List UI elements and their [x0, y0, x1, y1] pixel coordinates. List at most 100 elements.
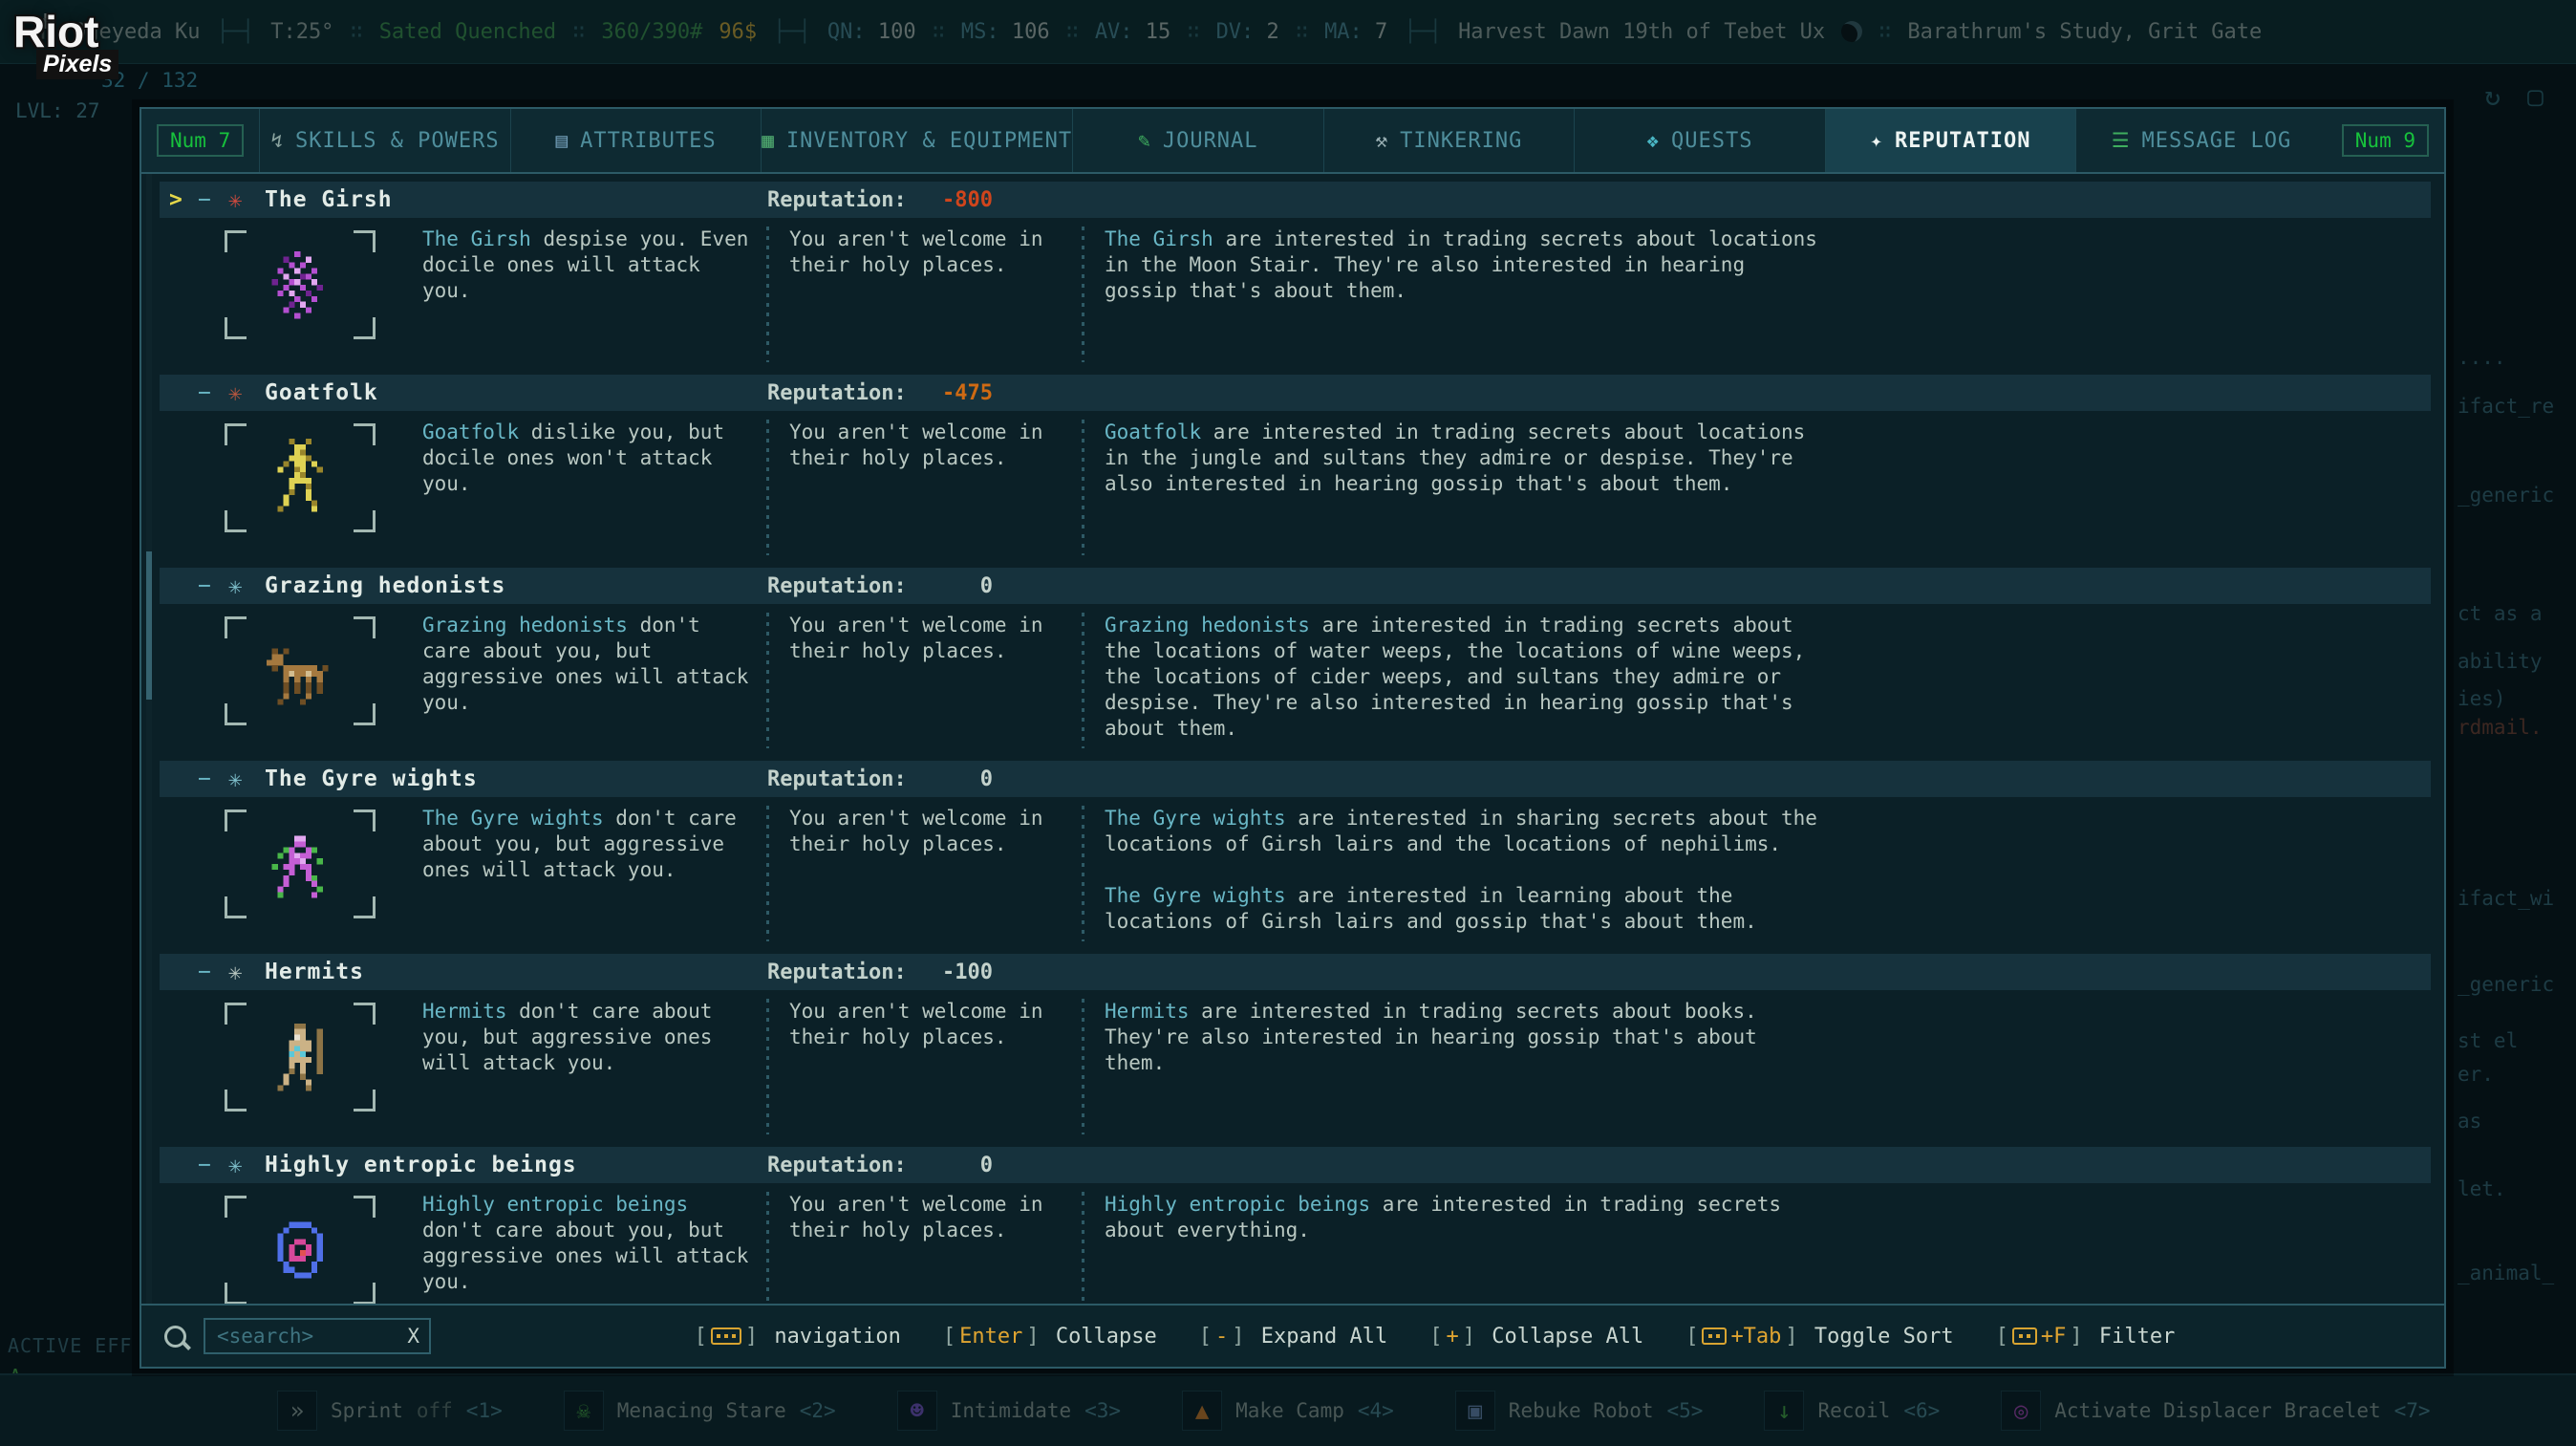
tab-tinkering[interactable]: ⚒TINKERING — [1323, 109, 1575, 172]
creature-sprite-icon — [255, 240, 345, 330]
faction-feeling-text: Grazing hedonists don't care about you, … — [422, 613, 766, 748]
faction-section: − ✳ Hermits Reputation: -100 Hermits don… — [160, 954, 2431, 1134]
tab-skills-powers[interactable]: ↯SKILLS & POWERS — [259, 109, 510, 172]
ctrl-key-icon — [1702, 1327, 1727, 1345]
faction-header[interactable]: − ✳ Hermits Reputation: -100 — [160, 954, 2431, 990]
tab-inventory-equipment[interactable]: ▦INVENTORY & EQUIPMENT — [761, 109, 1072, 172]
hotkey-hint: [-] Expand All — [1199, 1325, 1387, 1349]
collapse-toggle[interactable]: − — [198, 1153, 228, 1177]
interest-paragraph: Grazing hedonists are interested in trad… — [1105, 613, 1823, 742]
reputation-value: -800 — [882, 188, 993, 212]
faction-crest-icon: ✳ — [228, 767, 265, 790]
tab-quests[interactable]: ❖QUESTS — [1574, 109, 1825, 172]
reputation-value: 0 — [882, 574, 993, 598]
interest-paragraph: Hermits are interested in trading secret… — [1105, 999, 1823, 1076]
ctrl-key-icon — [2012, 1327, 2037, 1345]
faction-feeling-text: Hermits don't care about you, but aggres… — [422, 999, 766, 1134]
hotkey-hint: [+F] Filter — [1996, 1325, 2176, 1349]
sprite-frame — [225, 809, 376, 918]
faction-section: − ✳ Goatfolk Reputation: -475 Goatfolk d… — [160, 375, 2431, 555]
modal-footer: X [] navigation[Enter] Collapse[-] Expan… — [141, 1304, 2444, 1367]
search-box[interactable]: X — [204, 1318, 431, 1354]
message-log-icon: ☰ — [2112, 129, 2131, 152]
collapse-toggle[interactable]: − — [198, 573, 228, 598]
interest-paragraph: The Gyre wights are interested in sharin… — [1105, 806, 1823, 857]
interest-paragraph: Goatfolk are interested in trading secre… — [1105, 420, 1823, 497]
tab-journal[interactable]: ✎JOURNAL — [1072, 109, 1323, 172]
faction-name: Grazing hedonists — [265, 573, 505, 598]
faction-feeling-text: Goatfolk dislike you, but docile ones wo… — [422, 420, 766, 555]
faction-holy-status-text: You aren't welcome in their holy places. — [766, 227, 1082, 362]
sprite-frame — [225, 1196, 376, 1304]
search-clear-button[interactable]: X — [407, 1325, 419, 1348]
faction-name: The Girsh — [265, 187, 393, 212]
tab-list: ↯SKILLS & POWERS▤ATTRIBUTES▦INVENTORY & … — [259, 109, 2327, 172]
faction-details: Highly entropic beings don't care about … — [160, 1183, 2431, 1304]
skills-icon: ↯ — [270, 129, 284, 152]
faction-name: Hermits — [265, 960, 364, 984]
faction-crest-icon: ✳ — [228, 381, 265, 404]
collapse-toggle[interactable]: − — [198, 766, 228, 791]
tab-reputation[interactable]: ✦REPUTATION — [1825, 109, 2076, 172]
faction-holy-status-text: You aren't welcome in their holy places. — [766, 1192, 1082, 1304]
sprite-frame — [225, 1003, 376, 1111]
faction-header[interactable]: − ✳ Highly entropic beings Reputation: 0 — [160, 1147, 2431, 1183]
faction-interests-text: Hermits are interested in trading secret… — [1082, 999, 1836, 1134]
faction-holy-status-text: You aren't welcome in their holy places. — [766, 806, 1082, 941]
reputation-window: Num 7 ↯SKILLS & POWERS▤ATTRIBUTES▦INVENT… — [140, 107, 2446, 1369]
creature-sprite-icon — [255, 1012, 345, 1102]
prev-page-hint[interactable]: Num 7 — [157, 124, 244, 157]
watermark-bottom-text: Pixels — [36, 50, 118, 79]
hotkey-hints: [] navigation[Enter] Collapse[-] Expand … — [448, 1325, 2421, 1349]
navigation-keys-icon — [711, 1327, 741, 1345]
tab-message-log[interactable]: ☰MESSAGE LOG — [2075, 109, 2327, 172]
faction-holy-status-text: You aren't welcome in their holy places. — [766, 420, 1082, 555]
faction-details: Goatfolk dislike you, but docile ones wo… — [160, 411, 2431, 555]
inventory-icon: ▦ — [762, 129, 775, 152]
faction-header[interactable]: − ✳ The Gyre wights Reputation: 0 — [160, 761, 2431, 797]
faction-holy-status-text: You aren't welcome in their holy places. — [766, 999, 1082, 1134]
creature-sprite-icon — [255, 433, 345, 523]
sprite-frame — [225, 230, 376, 339]
faction-list: > − ✳ The Girsh Reputation: -800 The Gir… — [160, 182, 2431, 1304]
faction-interests-text: The Girsh are interested in trading secr… — [1082, 227, 1836, 362]
scrollbar-track[interactable] — [146, 174, 152, 1304]
interest-paragraph: The Gyre wights are interested in learni… — [1105, 883, 1823, 935]
faction-sprite — [160, 227, 422, 362]
riot-pixels-watermark: Riot Pixels — [13, 10, 118, 79]
search-input[interactable] — [215, 1324, 399, 1349]
faction-crest-icon: ✳ — [228, 574, 265, 597]
collapse-toggle[interactable]: − — [198, 960, 228, 984]
collapse-toggle[interactable]: − — [198, 380, 228, 405]
faction-section: − ✳ Highly entropic beings Reputation: 0… — [160, 1147, 2431, 1304]
collapse-toggle[interactable]: − — [198, 187, 228, 212]
hotkey-hint: [+] Collapse All — [1429, 1325, 1643, 1349]
creature-sprite-icon — [255, 626, 345, 716]
faction-feeling-text: The Girsh despise you. Even docile ones … — [422, 227, 766, 362]
reputation-content: ⇅ > − ✳ The Girsh Reputation: -800 The G… — [141, 174, 2444, 1304]
faction-crest-icon: ✳ — [228, 188, 265, 211]
faction-details: Grazing hedonists don't care about you, … — [160, 604, 2431, 748]
faction-sprite — [160, 613, 422, 748]
next-page-hint[interactable]: Num 9 — [2342, 124, 2429, 157]
tab-attributes[interactable]: ▤ATTRIBUTES — [510, 109, 762, 172]
faction-interests-text: Grazing hedonists are interested in trad… — [1082, 613, 1836, 748]
faction-sprite — [160, 1192, 422, 1304]
quests-icon: ❖ — [1646, 129, 1660, 152]
reputation-value: 0 — [882, 767, 993, 791]
interest-paragraph: Highly entropic beings are interested in… — [1105, 1192, 1823, 1243]
creature-sprite-icon — [255, 1205, 345, 1295]
reputation-value: -100 — [882, 960, 993, 984]
faction-holy-status-text: You aren't welcome in their holy places. — [766, 613, 1082, 748]
faction-name: Goatfolk — [265, 380, 378, 405]
scrollbar-thumb[interactable] — [146, 551, 152, 700]
faction-section: − ✳ The Gyre wights Reputation: 0 The Gy… — [160, 761, 2431, 941]
reputation-icon: ✦ — [1870, 129, 1883, 152]
sprite-frame — [225, 423, 376, 532]
sprite-frame — [225, 616, 376, 725]
faction-name: Highly entropic beings — [265, 1153, 577, 1177]
faction-header[interactable]: − ✳ Grazing hedonists Reputation: 0 — [160, 568, 2431, 604]
faction-header[interactable]: − ✳ Goatfolk Reputation: -475 — [160, 375, 2431, 411]
faction-header[interactable]: > − ✳ The Girsh Reputation: -800 — [160, 182, 2431, 218]
watermark-top-text: Riot — [13, 10, 118, 54]
